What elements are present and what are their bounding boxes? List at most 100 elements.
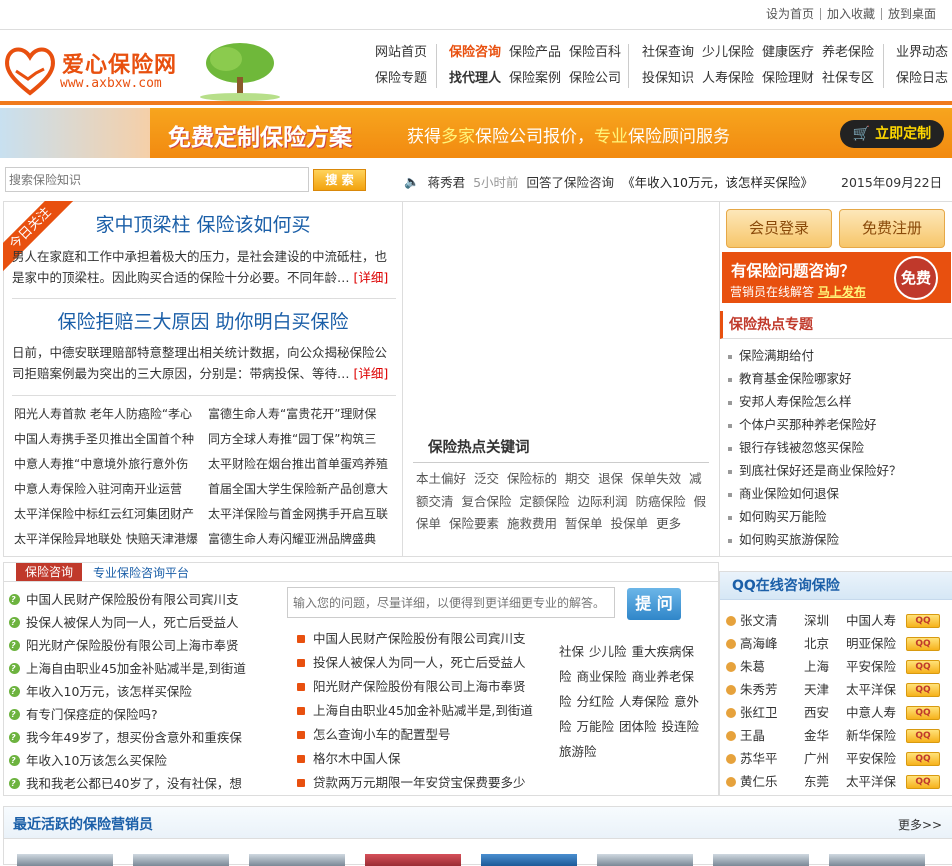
keyword-link[interactable]: 保单失效 — [631, 471, 681, 486]
question-item[interactable]: 上海自由职业45加金补贴减半是,到街道 — [297, 699, 549, 723]
agent-name[interactable]: 张文清 — [740, 609, 804, 632]
nav-wiki[interactable]: 保险百科 — [569, 44, 621, 62]
promo-banner[interactable]: 免费定制保险方案 获得多家保险公司报价，专业保险顾问服务 🛒 立即定制 — [0, 108, 952, 158]
nav-life[interactable]: 人寿保险 — [702, 70, 754, 88]
hot-topic-item[interactable]: 教育基金保险哪家好 — [728, 367, 948, 390]
nav-social-security[interactable]: 社保查询 — [642, 44, 694, 62]
agent-avatar[interactable] — [133, 854, 229, 866]
agent-name[interactable]: 朱秀芳 — [740, 678, 804, 701]
hot-topic-item[interactable]: 到底社保好还是商业保险好？ — [728, 459, 948, 482]
hot-topic-item[interactable]: 如何购买万能险 — [728, 505, 948, 528]
news-item[interactable]: 同方全球人寿推“园丁保”构筑三 — [208, 427, 402, 452]
keyword-link[interactable]: 防癌保险 — [636, 494, 686, 509]
nav-companies[interactable]: 保险公司 — [569, 70, 621, 88]
keyword-link[interactable]: 保险要素 — [449, 516, 499, 531]
ask-button[interactable]: 提 问 — [627, 588, 681, 620]
hot-topic-item[interactable]: 商业保险如何退保 — [728, 482, 948, 505]
question-item[interactable]: 年收入10万元，该怎样买保险 — [9, 680, 279, 703]
news-item[interactable]: 富德生命人寿“富贵花开”理财保 — [208, 402, 402, 427]
keyword-link[interactable]: 复合保险 — [462, 494, 512, 509]
more-link[interactable]: [详细] — [354, 366, 389, 381]
set-homepage-link[interactable]: 设为首页 — [760, 8, 820, 20]
news-item[interactable]: 首届全国大学生保险新产品创意大 — [208, 477, 402, 502]
keyword-link[interactable]: 期交 — [565, 471, 590, 486]
question-item[interactable]: 上海自由职业45加金补贴减半是,到街道 — [9, 657, 279, 680]
question-item[interactable]: 阳光财产保险股份有限公司上海市奉贤 — [297, 675, 549, 699]
news-item[interactable]: 太平洋保险中标红云红河集团财产 — [14, 502, 208, 527]
agent-avatar[interactable] — [365, 854, 461, 866]
ask-question-ad[interactable]: 有保险问题咨询？ 营销员在线解答 马上发布 免费 — [722, 252, 951, 303]
site-logo[interactable]: 爱心保险网 www.axbxw.com — [2, 41, 292, 101]
hot-topic-item[interactable]: 如何购买旅游保险 — [728, 528, 948, 551]
tag-link[interactable]: 万能险 — [577, 719, 615, 734]
qq-chat-button[interactable]: QQ — [906, 751, 940, 766]
nav-social-zone[interactable]: 社保专区 — [822, 70, 874, 88]
keyword-link[interactable]: 施救费用 — [507, 516, 557, 531]
question-item[interactable]: 有专门保痉症的保险吗? — [9, 703, 279, 726]
news-item[interactable]: 太平财险在烟台推出首单蛋鸡养殖 — [208, 452, 402, 477]
hot-topic-item[interactable]: 保险满期给付 — [728, 344, 948, 367]
question-item[interactable]: 我今年49岁了，想买份含意外和重疾保 — [9, 726, 279, 749]
news-item[interactable]: 中意人寿保险入驻河南开业运营 — [14, 477, 208, 502]
qq-chat-button[interactable]: QQ — [906, 774, 940, 789]
question-item[interactable]: 怎么查询小车的配置型号 — [297, 723, 549, 747]
qq-chat-button[interactable]: QQ — [906, 636, 940, 651]
nav-pension[interactable]: 养老保险 — [822, 44, 874, 62]
more-link[interactable]: 更多>> — [898, 816, 942, 833]
keyword-link[interactable]: 定额保险 — [520, 494, 570, 509]
post-now-link[interactable]: 马上发布 — [818, 285, 866, 299]
focus-headline-2[interactable]: 保险拒赔三大原因 助你明白买保险 — [4, 307, 402, 334]
add-favorite-link[interactable]: 加入收藏 — [819, 8, 881, 20]
agent-avatar[interactable] — [17, 854, 113, 866]
nav-children[interactable]: 少儿保险 — [702, 44, 754, 62]
register-button[interactable]: 免费注册 — [839, 209, 945, 248]
ticker-user[interactable]: 蒋秀君 — [428, 172, 466, 191]
nav-topics[interactable]: 保险专题 — [375, 70, 427, 88]
tag-link[interactable]: 团体险 — [619, 719, 657, 734]
keyword-link[interactable]: 边际利润 — [578, 494, 628, 509]
tag-link[interactable]: 少儿险 — [589, 644, 627, 659]
agent-name[interactable]: 张红卫 — [740, 701, 804, 724]
news-item[interactable]: 中意人寿推“中意境外旅行意外伤 — [14, 452, 208, 477]
focus-headline-1[interactable]: 家中顶梁柱 保险该如何买 — [4, 210, 402, 237]
news-item[interactable]: 太平洋保险异地联处 快赔天津港爆 — [14, 527, 208, 552]
question-item[interactable]: 年收入10万该怎么买保险 — [9, 749, 279, 772]
question-item[interactable]: 格尔木中国人保 — [297, 747, 549, 771]
question-item[interactable]: 贷款两万元期限一年安贷宝保费要多少 — [297, 771, 549, 795]
tag-link[interactable]: 社保 — [559, 644, 584, 659]
agent-avatar[interactable] — [713, 854, 809, 866]
tag-link[interactable]: 旅游险 — [559, 744, 597, 759]
nav-products[interactable]: 保险产品 — [509, 44, 561, 62]
question-item[interactable]: 中国人民财产保险股份有限公司宾川支 — [297, 627, 549, 651]
agent-name[interactable]: 苏华平 — [740, 747, 804, 770]
news-item[interactable]: 富德生命人寿闪耀亚洲品牌盛典 — [208, 527, 402, 552]
question-item[interactable]: 阳光财产保险股份有限公司上海市奉贤 — [9, 634, 279, 657]
question-item[interactable]: 中国人民财产保险股份有限公司宾川支 — [9, 588, 279, 611]
tag-link[interactable]: 投连险 — [662, 719, 700, 734]
ask-question-input[interactable] — [287, 587, 615, 618]
more-link[interactable]: [详细] — [354, 270, 389, 285]
agent-avatar[interactable] — [481, 854, 577, 866]
question-item[interactable]: 投保人被保人为同一人，死亡后受益人 — [297, 651, 549, 675]
tag-link[interactable]: 商业保险 — [577, 669, 627, 684]
hot-topic-item[interactable]: 个体户买那种养老保险好 — [728, 413, 948, 436]
nav-find-agent[interactable]: 找代理人 — [449, 70, 501, 88]
keywords-more-link[interactable]: 更多 — [656, 516, 681, 531]
consult-tab[interactable]: 保险咨询 — [16, 563, 82, 581]
nav-knowledge[interactable]: 投保知识 — [642, 70, 694, 88]
ticker-question[interactable]: 《年收入10万元，该怎样买保险》 — [622, 172, 813, 191]
question-item[interactable]: 投保人被保人为同一人，死亡后受益人 — [9, 611, 279, 634]
agent-avatar[interactable] — [597, 854, 693, 866]
question-item[interactable]: 我和我老公都已40岁了，没有社保，想 — [9, 772, 279, 795]
agent-name[interactable]: 黄仁乐 — [740, 770, 804, 793]
search-input[interactable] — [5, 167, 309, 192]
qq-chat-button[interactable]: QQ — [906, 705, 940, 720]
keyword-link[interactable]: 退保 — [598, 471, 623, 486]
qq-chat-button[interactable]: QQ — [906, 728, 940, 743]
nav-health[interactable]: 健康医疗 — [762, 44, 814, 62]
qq-chat-button[interactable]: QQ — [906, 682, 940, 697]
agent-avatar[interactable] — [829, 854, 925, 866]
hot-topic-item[interactable]: 银行存钱被忽悠买保险 — [728, 436, 948, 459]
agent-name[interactable]: 王晶 — [740, 724, 804, 747]
keyword-link[interactable]: 保险标的 — [507, 471, 557, 486]
